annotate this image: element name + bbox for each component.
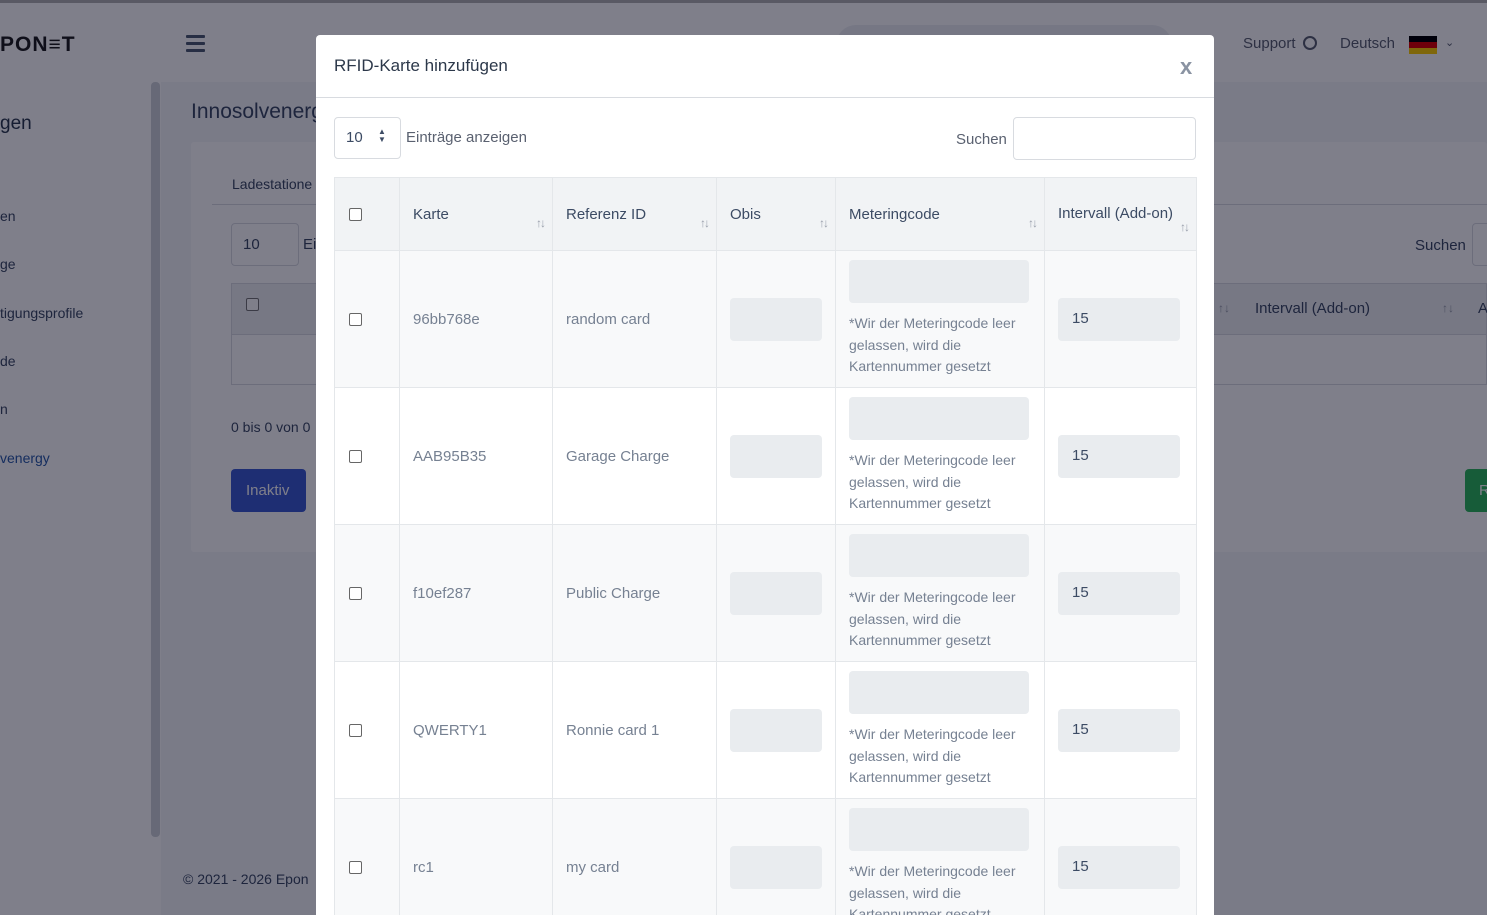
row-select-cell bbox=[334, 387, 400, 525]
card-number: f10ef287 bbox=[399, 524, 553, 662]
reference-id: random card bbox=[552, 250, 717, 388]
meteringcode-hint: *Wir der Meteringcode leer gelassen, wir… bbox=[849, 863, 1016, 915]
reference-id: Public Charge bbox=[552, 524, 717, 662]
column-header-obis[interactable]: Obis ↑↓ bbox=[716, 177, 836, 251]
table-header-row: Karte ↑↓ Referenz ID ↑↓ Obis ↑↓ Meteringcod… bbox=[334, 177, 1197, 251]
search-label: Suchen bbox=[956, 131, 1007, 148]
meteringcode-cell: *Wir der Meteringcode leer gelassen, wir… bbox=[835, 524, 1045, 662]
interval-input[interactable]: 15 bbox=[1058, 571, 1180, 615]
row-select-cell bbox=[334, 661, 400, 799]
obis-input[interactable] bbox=[730, 708, 822, 752]
obis-cell bbox=[716, 524, 836, 662]
entries-length-value: 10 bbox=[346, 129, 363, 146]
meteringcode-hint: *Wir der Meteringcode leer gelassen, wir… bbox=[849, 589, 1016, 649]
entries-length-select[interactable]: 10 ▲ ▼ bbox=[334, 117, 401, 159]
meteringcode-input[interactable] bbox=[849, 671, 1029, 715]
obis-input[interactable] bbox=[730, 845, 822, 889]
column-label: Obis bbox=[730, 205, 761, 223]
rfid-card-table: Karte ↑↓ Referenz ID ↑↓ Obis ↑↓ Meteringcod… bbox=[334, 177, 1197, 915]
meteringcode-input[interactable] bbox=[849, 260, 1029, 304]
column-label: Referenz ID bbox=[566, 205, 647, 223]
meteringcode-cell: *Wir der Meteringcode leer gelassen, wir… bbox=[835, 661, 1045, 799]
column-header-reference[interactable]: Referenz ID ↑↓ bbox=[552, 177, 717, 251]
interval-cell: 15 bbox=[1044, 661, 1197, 799]
column-label: Intervall (Add-on) bbox=[1058, 205, 1174, 222]
interval-cell: 15 bbox=[1044, 524, 1197, 662]
meteringcode-input[interactable] bbox=[849, 534, 1029, 578]
obis-input[interactable] bbox=[730, 297, 822, 341]
card-number: QWERTY1 bbox=[399, 661, 553, 799]
sort-icon[interactable]: ↑↓ bbox=[536, 216, 546, 230]
entries-length-label: Einträge anzeigen bbox=[406, 129, 527, 146]
interval-input[interactable]: 15 bbox=[1058, 845, 1180, 889]
row-checkbox[interactable] bbox=[349, 724, 362, 738]
table-row: 96bb768e random card *Wir der Meteringco… bbox=[334, 250, 1197, 388]
interval-cell: 15 bbox=[1044, 387, 1197, 525]
meteringcode-input[interactable] bbox=[849, 808, 1029, 852]
modal-header: RFID-Karte hinzufügen x bbox=[316, 35, 1214, 98]
row-select-cell bbox=[334, 250, 400, 388]
card-number: rc1 bbox=[399, 798, 553, 915]
meteringcode-hint: *Wir der Meteringcode leer gelassen, wir… bbox=[849, 452, 1016, 512]
meteringcode-hint: *Wir der Meteringcode leer gelassen, wir… bbox=[849, 726, 1016, 786]
sort-icon[interactable]: ↑↓ bbox=[1180, 216, 1190, 238]
column-label: Karte bbox=[413, 205, 449, 223]
select-all-checkbox[interactable] bbox=[349, 208, 362, 222]
sort-icon[interactable]: ↑↓ bbox=[700, 216, 710, 230]
column-header-card[interactable]: Karte ↑↓ bbox=[399, 177, 553, 251]
reference-id: my card bbox=[552, 798, 717, 915]
row-select-cell bbox=[334, 524, 400, 662]
column-label: Meteringcode bbox=[849, 205, 940, 223]
meteringcode-input[interactable] bbox=[849, 397, 1029, 441]
sort-icon[interactable]: ↑↓ bbox=[819, 216, 829, 230]
meteringcode-cell: *Wir der Meteringcode leer gelassen, wir… bbox=[835, 387, 1045, 525]
table-row: rc1 my card *Wir der Meteringcode leer g… bbox=[334, 798, 1197, 915]
add-rfid-card-modal: RFID-Karte hinzufügen x 10 ▲ ▼ Einträge a… bbox=[316, 35, 1214, 915]
column-header-meteringcode[interactable]: Meteringcode ↑↓ bbox=[835, 177, 1045, 251]
interval-cell: 15 bbox=[1044, 798, 1197, 915]
obis-input[interactable] bbox=[730, 571, 822, 615]
obis-cell bbox=[716, 661, 836, 799]
search-input[interactable] bbox=[1013, 117, 1196, 160]
obis-cell bbox=[716, 387, 836, 525]
interval-cell: 15 bbox=[1044, 250, 1197, 388]
reference-id: Garage Charge bbox=[552, 387, 717, 525]
card-number: AAB95B35 bbox=[399, 387, 553, 525]
meteringcode-cell: *Wir der Meteringcode leer gelassen, wir… bbox=[835, 250, 1045, 388]
obis-input[interactable] bbox=[730, 434, 822, 478]
row-checkbox[interactable] bbox=[349, 861, 362, 875]
card-number: 96bb768e bbox=[399, 250, 553, 388]
select-all-cell bbox=[334, 177, 400, 251]
interval-input[interactable]: 15 bbox=[1058, 708, 1180, 752]
reference-id: Ronnie card 1 bbox=[552, 661, 717, 799]
obis-cell bbox=[716, 250, 836, 388]
table-row: f10ef287 Public Charge *Wir der Metering… bbox=[334, 524, 1197, 662]
meteringcode-hint: *Wir der Meteringcode leer gelassen, wir… bbox=[849, 315, 1016, 375]
row-checkbox[interactable] bbox=[349, 450, 362, 464]
table-row: AAB95B35 Garage Charge *Wir der Metering… bbox=[334, 387, 1197, 525]
modal-title: RFID-Karte hinzufügen bbox=[334, 56, 508, 75]
table-row: QWERTY1 Ronnie card 1 *Wir der Meteringc… bbox=[334, 661, 1197, 799]
column-header-interval[interactable]: Intervall (Add-on) ↑↓ bbox=[1044, 177, 1197, 251]
sort-icon[interactable]: ↑↓ bbox=[1028, 216, 1038, 230]
interval-input[interactable]: 15 bbox=[1058, 297, 1180, 341]
close-icon[interactable]: x bbox=[1180, 54, 1192, 80]
interval-input[interactable]: 15 bbox=[1058, 434, 1180, 478]
obis-cell bbox=[716, 798, 836, 915]
row-select-cell bbox=[334, 798, 400, 915]
row-checkbox[interactable] bbox=[349, 587, 362, 601]
row-checkbox[interactable] bbox=[349, 313, 362, 327]
meteringcode-cell: *Wir der Meteringcode leer gelassen, wir… bbox=[835, 798, 1045, 915]
select-arrows-icon: ▲ ▼ bbox=[378, 127, 386, 144]
